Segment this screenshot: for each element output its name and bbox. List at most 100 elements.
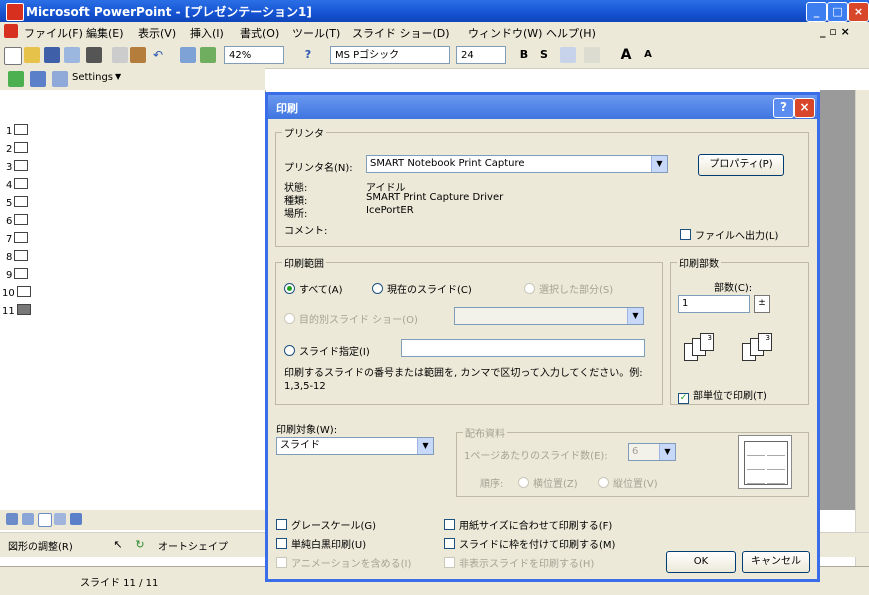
grayscale-checkbox[interactable]: グレースケール(G) xyxy=(276,517,376,532)
check-icon: ✓ xyxy=(678,393,689,404)
grow-font-button[interactable]: A xyxy=(618,47,634,63)
range-custom-show-radio[interactable]: 目的別スライド ショー(O) xyxy=(284,311,418,326)
range-slides-radio[interactable]: スライド指定(I) xyxy=(284,343,370,358)
menu-window[interactable]: ウィンドウ(W) xyxy=(468,25,542,41)
chart-icon[interactable] xyxy=(180,47,196,63)
paste-icon[interactable] xyxy=(130,47,146,63)
animations-checkbox[interactable]: アニメーションを含める(I) xyxy=(276,555,411,570)
ok-button[interactable]: OK xyxy=(666,551,736,573)
slide-item[interactable]: 3 xyxy=(6,160,29,174)
printer-name-label: プリンタ名(N): xyxy=(284,163,353,174)
slide-item[interactable]: 10 xyxy=(2,286,31,300)
radio-icon xyxy=(284,345,295,356)
outline-view-icon[interactable] xyxy=(22,513,34,525)
font-name-select[interactable]: MS Pゴシック xyxy=(330,46,450,64)
slide-indicator: スライド 11 / 11 xyxy=(80,578,159,589)
help-button[interactable]: ? xyxy=(773,98,794,118)
table-icon[interactable] xyxy=(200,47,216,63)
type-value: SMART Print Capture Driver xyxy=(366,192,504,203)
help-icon[interactable]: ? xyxy=(300,47,316,63)
slide-item[interactable]: 4 xyxy=(6,178,29,192)
where-label: 場所: xyxy=(284,209,308,220)
slide-item[interactable]: 11 xyxy=(2,304,31,318)
app-title-bar: Microsoft PowerPoint - [プレゼンテーション1] _ □ … xyxy=(0,0,869,22)
menu-edit[interactable]: 編集(E) xyxy=(86,25,124,41)
print-what-select[interactable]: スライド ▼ xyxy=(276,437,434,455)
shrink-font-button[interactable]: A xyxy=(640,47,656,63)
slides-range-input[interactable] xyxy=(401,339,645,357)
slide-icon xyxy=(16,286,31,297)
order-vertical-radio[interactable]: 縦位置(V) xyxy=(598,475,658,490)
normal-view-icon[interactable] xyxy=(6,513,18,525)
slide-icon xyxy=(14,232,29,243)
slide-item[interactable]: 5 xyxy=(6,196,29,210)
font-icon[interactable] xyxy=(30,71,46,87)
copies-group: 印刷部数 xyxy=(670,255,809,405)
autoshapes-menu[interactable]: オートシェイプ xyxy=(158,538,228,553)
slide-item[interactable]: 9 xyxy=(6,268,29,282)
slide-item[interactable]: 2 xyxy=(6,142,29,156)
document-window-controls[interactable]: _ ▫ × xyxy=(820,25,850,38)
menu-slideshow[interactable]: スライド ショー(D) xyxy=(352,25,450,41)
permission-icon[interactable] xyxy=(64,47,80,63)
copy-icon[interactable] xyxy=(112,47,128,63)
slide-view-icon[interactable] xyxy=(38,513,52,527)
pure-bw-checkbox[interactable]: 単純白黒印刷(U) xyxy=(276,536,366,551)
align-center-icon[interactable] xyxy=(560,47,576,63)
dialog-close-button[interactable]: × xyxy=(794,98,815,118)
font-size-select[interactable]: 24 xyxy=(456,46,506,64)
print-icon[interactable] xyxy=(86,47,102,63)
menu-format[interactable]: 書式(O) xyxy=(240,25,279,41)
menu-tools[interactable]: ツール(T) xyxy=(292,25,340,41)
range-current-radio[interactable]: 現在のスライド(C) xyxy=(372,281,472,296)
custom-show-select[interactable]: ▼ xyxy=(454,307,644,325)
shadow-button[interactable]: S xyxy=(536,47,552,63)
slide-item[interactable]: 6 xyxy=(6,214,29,228)
range-selection-radio[interactable]: 選択した部分(S) xyxy=(524,281,613,296)
menu-insert[interactable]: 挿入(I) xyxy=(190,25,224,41)
collate-checkbox[interactable]: ✓ 部単位で印刷(T) xyxy=(678,387,767,404)
rotate-icon[interactable]: ↻ xyxy=(132,537,148,553)
order-horizontal-radio[interactable]: 横位置(Z) xyxy=(518,475,578,490)
save-icon[interactable] xyxy=(44,47,60,63)
copies-spin-icon[interactable]: ± xyxy=(754,295,770,313)
slide-item[interactable]: 8 xyxy=(6,250,29,264)
printer-name-select[interactable]: SMART Notebook Print Capture ▼ xyxy=(366,155,668,173)
properties-button[interactable]: プロパティ(P) xyxy=(698,154,784,176)
undo-icon[interactable]: ↶ xyxy=(150,47,166,63)
open-icon[interactable] xyxy=(24,47,40,63)
slide-item[interactable]: 1 xyxy=(6,124,29,138)
slide-item[interactable]: 7 xyxy=(6,232,29,246)
bold-button[interactable]: B xyxy=(516,47,532,63)
bullets-icon[interactable] xyxy=(584,47,600,63)
copies-count-input[interactable]: 1 xyxy=(678,295,750,313)
vertical-scrollbar[interactable] xyxy=(855,90,869,590)
minimize-button[interactable]: _ xyxy=(806,2,827,22)
cancel-button[interactable]: キャンセル xyxy=(742,551,810,573)
frame-slides-checkbox[interactable]: スライドに枠を付けて印刷する(M) xyxy=(444,536,615,551)
summary-slide-icon[interactable] xyxy=(52,71,68,87)
scale-to-fit-checkbox[interactable]: 用紙サイズに合わせて印刷する(F) xyxy=(444,517,612,532)
expand-icon[interactable] xyxy=(8,71,24,87)
radio-icon xyxy=(518,477,529,488)
slide-sorter-view-icon[interactable] xyxy=(54,513,66,525)
new-icon[interactable] xyxy=(4,47,22,65)
print-hidden-checkbox[interactable]: 非表示スライドを印刷する(H) xyxy=(444,555,594,570)
slides-per-page-select[interactable]: 6 ▼ xyxy=(628,443,676,461)
print-to-file-checkbox[interactable]: ファイルへ出力(L) xyxy=(680,227,778,242)
menu-view[interactable]: 表示(V) xyxy=(138,25,176,41)
printer-group-label: プリンタ xyxy=(284,129,324,140)
adjust-shapes-menu[interactable]: 図形の調整(R) xyxy=(8,538,73,553)
chevron-down-icon[interactable]: ▼ xyxy=(115,72,121,81)
menu-help[interactable]: ヘルプ(H) xyxy=(546,25,596,41)
slideshow-view-icon[interactable] xyxy=(70,513,82,525)
settings-menu[interactable]: Settings xyxy=(72,72,113,83)
close-button[interactable]: × xyxy=(848,2,869,22)
select-pointer-icon[interactable]: ↖ xyxy=(110,537,126,553)
zoom-select[interactable]: 42% xyxy=(224,46,284,64)
dropdown-arrow-icon: ▼ xyxy=(651,156,667,172)
menu-file[interactable]: ファイル(F) xyxy=(24,25,83,41)
range-all-radio[interactable]: すべて(A) xyxy=(284,281,343,296)
where-value: IcePortER xyxy=(366,205,414,216)
maximize-button[interactable]: □ xyxy=(827,2,848,22)
